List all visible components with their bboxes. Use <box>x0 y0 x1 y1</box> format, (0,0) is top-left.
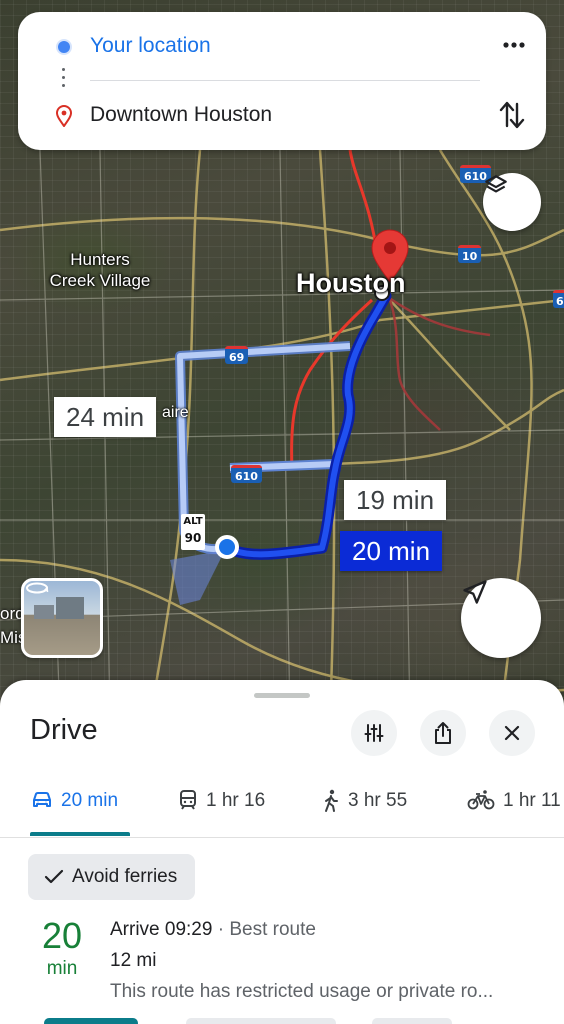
sheet-drag-handle[interactable] <box>254 693 310 698</box>
tab-walk-label: 3 hr 55 <box>348 790 408 811</box>
tab-bike[interactable]: 1 hr 11 <box>467 784 561 838</box>
arrival-time: Arrive 09:29 <box>110 919 213 940</box>
origin-field[interactable]: Your location <box>90 34 211 58</box>
route-duration: 20 min <box>30 916 94 982</box>
transit-icon <box>180 790 196 810</box>
tab-bike-label: 1 hr 11 <box>503 790 561 811</box>
swap-arrows-icon <box>499 101 525 129</box>
layers-button[interactable] <box>483 173 541 231</box>
recenter-button[interactable] <box>461 578 541 658</box>
tune-sliders-icon <box>364 724 384 742</box>
more-options-button[interactable] <box>500 34 528 56</box>
us-90-alt-shield: ALT 90 <box>181 514 205 550</box>
us-90-number: 90 <box>184 531 202 545</box>
pin-button-peek[interactable] <box>372 1018 452 1024</box>
us-90-alt-label: ALT <box>183 516 203 527</box>
route-connector-dots-icon <box>62 68 66 92</box>
street-view-360-icon <box>26 582 49 594</box>
close-icon <box>504 725 520 741</box>
close-button[interactable] <box>489 710 535 756</box>
share-icon <box>435 722 451 744</box>
place-label-line: Hunters <box>70 250 130 269</box>
sheet-title: Drive <box>30 714 98 746</box>
tab-drive-label: 20 min <box>61 790 119 811</box>
swap-origin-destination-button[interactable] <box>498 98 526 132</box>
street-view-building <box>34 605 54 619</box>
walk-icon <box>325 789 338 812</box>
active-tab-indicator <box>30 832 130 836</box>
route-duration-number: 20 <box>41 915 83 956</box>
tab-drive[interactable]: 20 min <box>31 784 118 838</box>
route-warning-note: This route has restricted usage or priva… <box>110 981 494 1002</box>
route-options-button[interactable] <box>351 710 397 756</box>
interstate-610-shield: 610 <box>231 465 262 483</box>
tab-transit-label: 1 hr 16 <box>206 790 266 811</box>
route-duration-unit: min <box>46 958 78 979</box>
street-view-building <box>56 597 84 619</box>
alt-route-time-label[interactable]: 19 min <box>344 480 447 520</box>
route-summary[interactable]: Arrive 09:29 · Best route 12 mi This rou… <box>110 918 550 1004</box>
tab-transit[interactable]: 1 hr 16 <box>178 784 265 838</box>
more-horizontal-icon <box>503 42 525 48</box>
your-location-dot-icon <box>58 41 70 53</box>
place-label-hunters-creek: Hunters Creek Village <box>40 249 160 291</box>
place-label-line: Creek Village <box>49 271 151 290</box>
navigation-arrow-icon <box>463 580 487 604</box>
interstate-69-shield: 69 <box>225 346 249 364</box>
best-route-label: · Best route <box>212 919 316 940</box>
street-view-thumbnail[interactable] <box>21 578 103 658</box>
alt-route-time-label[interactable]: 24 min <box>54 397 157 437</box>
steps-button-peek[interactable] <box>186 1018 336 1024</box>
avoid-ferries-label: Avoid ferries <box>72 866 178 887</box>
field-divider <box>90 80 480 81</box>
share-button[interactable] <box>420 710 466 756</box>
car-icon <box>33 792 51 807</box>
city-label-houston: Houston <box>296 268 406 298</box>
route-distance: 12 mi <box>110 950 157 971</box>
destination-pin-icon <box>55 105 73 127</box>
checkmark-icon <box>44 869 64 884</box>
start-button-peek[interactable] <box>44 1018 138 1024</box>
place-label-bellaire-fragment: aire <box>162 404 189 421</box>
layers-icon <box>485 175 507 193</box>
travel-mode-tabs: 20 min 1 hr 16 3 hr 55 1 hr 11 <box>0 784 564 838</box>
directions-search-card: Your location Downtown Houston <box>18 12 546 150</box>
avoid-ferries-chip[interactable]: Avoid ferries <box>28 854 196 900</box>
bike-icon <box>467 790 495 810</box>
interstate-10-shield: 10 <box>458 245 482 263</box>
highway-shield-edge: 6 <box>553 290 564 308</box>
destination-field[interactable]: Downtown Houston <box>90 103 272 127</box>
directions-bottom-sheet: Drive 20 min 1 hr 16 3 hr 55 1 hr 11 Avo… <box>0 680 564 1024</box>
arrival-line: Arrive 09:29 · Best route <box>110 918 550 942</box>
selected-route-time-label[interactable]: 20 min <box>340 531 443 571</box>
tab-walk[interactable]: 3 hr 55 <box>322 784 407 838</box>
